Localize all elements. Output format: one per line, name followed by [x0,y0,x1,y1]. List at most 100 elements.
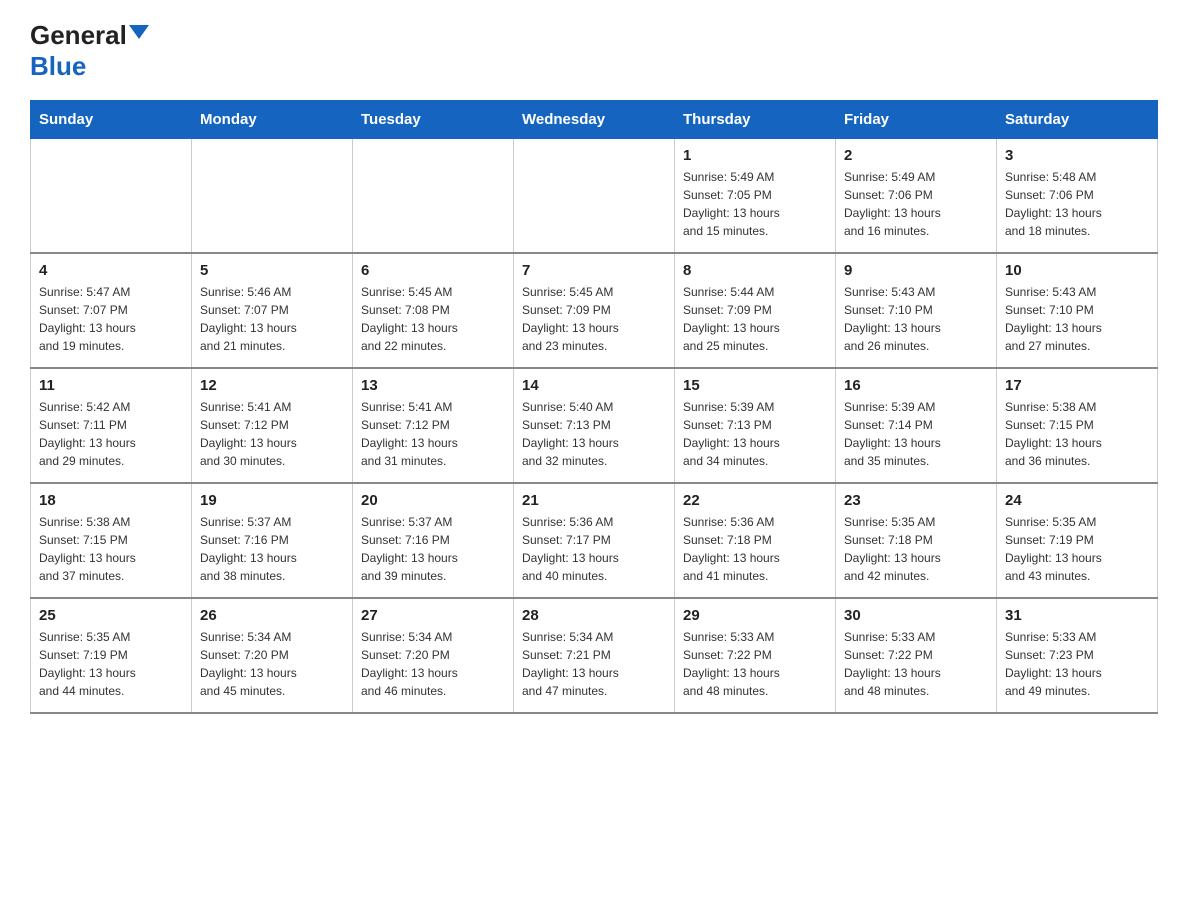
day-info: Sunrise: 5:42 AM Sunset: 7:11 PM Dayligh… [39,398,183,470]
logo-triangle-icon [129,25,149,39]
calendar-day-cell: 22Sunrise: 5:36 AM Sunset: 7:18 PM Dayli… [675,483,836,598]
day-info: Sunrise: 5:37 AM Sunset: 7:16 PM Dayligh… [200,513,344,585]
calendar-day-cell: 26 Sunrise: 5:34 AM Sunset: 7:20 PM Dayli… [192,598,353,713]
day-info: Sunrise: 5:49 AM Sunset: 7:06 PM Dayligh… [844,168,988,240]
calendar-day-cell: 5Sunrise: 5:46 AM Sunset: 7:07 PM Daylig… [192,253,353,368]
day-info: Sunrise: 5:38 AM Sunset: 7:15 PM Dayligh… [1005,398,1149,470]
calendar-table: SundayMondayTuesdayWednesdayThursdayFrid… [30,100,1158,714]
calendar-day-cell: 28Sunrise: 5:34 AM Sunset: 7:21 PM Dayli… [514,598,675,713]
day-number: 17 [1005,377,1149,394]
day-of-week-header: Saturday [997,101,1158,139]
day-info: Sunrise: 5:43 AM Sunset: 7:10 PM Dayligh… [844,283,988,355]
calendar-day-cell: 20 Sunrise: 5:37 AM Sunset: 7:16 PM Dayli… [353,483,514,598]
calendar-day-cell [192,139,353,254]
calendar-day-cell: 7 Sunrise: 5:45 AM Sunset: 7:09 PM Daylig… [514,253,675,368]
day-info: Sunrise: 5:48 AM Sunset: 7:06 PM Dayligh… [1005,168,1149,240]
day-number: 6 [361,262,505,279]
logo: General Blue [30,20,149,82]
day-of-week-header: Wednesday [514,101,675,139]
calendar-day-cell: 18Sunrise: 5:38 AM Sunset: 7:15 PM Dayli… [31,483,192,598]
calendar-day-cell: 11 Sunrise: 5:42 AM Sunset: 7:11 PM Dayli… [31,368,192,483]
day-info: Sunrise: 5:34 AM Sunset: 7:20 PM Dayligh… [361,628,505,700]
calendar-day-cell: 27Sunrise: 5:34 AM Sunset: 7:20 PM Dayli… [353,598,514,713]
calendar-day-cell [31,139,192,254]
day-number: 15 [683,377,827,394]
day-info: Sunrise: 5:41 AM Sunset: 7:12 PM Dayligh… [361,398,505,470]
day-info: Sunrise: 5:36 AM Sunset: 7:17 PM Dayligh… [522,513,666,585]
calendar-day-cell [353,139,514,254]
calendar-week-row: 18Sunrise: 5:38 AM Sunset: 7:15 PM Dayli… [31,483,1158,598]
day-of-week-header: Friday [836,101,997,139]
calendar-header: SundayMondayTuesdayWednesdayThursdayFrid… [31,101,1158,139]
days-of-week-row: SundayMondayTuesdayWednesdayThursdayFrid… [31,101,1158,139]
calendar-day-cell: 10Sunrise: 5:43 AM Sunset: 7:10 PM Dayli… [997,253,1158,368]
calendar-day-cell: 15 Sunrise: 5:39 AM Sunset: 7:13 PM Dayli… [675,368,836,483]
logo-general: General [30,20,127,51]
day-number: 30 [844,607,988,624]
calendar-day-cell: 3 Sunrise: 5:48 AM Sunset: 7:06 PM Daylig… [997,139,1158,254]
day-number: 7 [522,262,666,279]
day-info: Sunrise: 5:34 AM Sunset: 7:20 PM Dayligh… [200,628,344,700]
calendar-day-cell: 17 Sunrise: 5:38 AM Sunset: 7:15 PM Dayli… [997,368,1158,483]
calendar-body: 1 Sunrise: 5:49 AM Sunset: 7:05 PM Daylig… [31,139,1158,714]
calendar-day-cell: 23 Sunrise: 5:35 AM Sunset: 7:18 PM Dayli… [836,483,997,598]
day-number: 21 [522,492,666,509]
page-header: General Blue [30,20,1158,82]
day-number: 31 [1005,607,1149,624]
calendar-day-cell: 2 Sunrise: 5:49 AM Sunset: 7:06 PM Daylig… [836,139,997,254]
day-number: 20 [361,492,505,509]
calendar-day-cell: 31Sunrise: 5:33 AM Sunset: 7:23 PM Dayli… [997,598,1158,713]
calendar-day-cell: 25Sunrise: 5:35 AM Sunset: 7:19 PM Dayli… [31,598,192,713]
calendar-day-cell: 12 Sunrise: 5:41 AM Sunset: 7:12 PM Dayli… [192,368,353,483]
day-number: 11 [39,377,183,394]
day-info: Sunrise: 5:35 AM Sunset: 7:19 PM Dayligh… [1005,513,1149,585]
day-info: Sunrise: 5:39 AM Sunset: 7:13 PM Dayligh… [683,398,827,470]
day-number: 2 [844,147,988,164]
day-info: Sunrise: 5:38 AM Sunset: 7:15 PM Dayligh… [39,513,183,585]
day-number: 9 [844,262,988,279]
day-info: Sunrise: 5:34 AM Sunset: 7:21 PM Dayligh… [522,628,666,700]
calendar-week-row: 11 Sunrise: 5:42 AM Sunset: 7:11 PM Dayli… [31,368,1158,483]
day-number: 14 [522,377,666,394]
day-of-week-header: Sunday [31,101,192,139]
day-of-week-header: Tuesday [353,101,514,139]
calendar-day-cell: 16 Sunrise: 5:39 AM Sunset: 7:14 PM Dayli… [836,368,997,483]
day-info: Sunrise: 5:37 AM Sunset: 7:16 PM Dayligh… [361,513,505,585]
day-info: Sunrise: 5:40 AM Sunset: 7:13 PM Dayligh… [522,398,666,470]
day-info: Sunrise: 5:35 AM Sunset: 7:18 PM Dayligh… [844,513,988,585]
day-info: Sunrise: 5:43 AM Sunset: 7:10 PM Dayligh… [1005,283,1149,355]
day-number: 13 [361,377,505,394]
day-number: 24 [1005,492,1149,509]
calendar-day-cell: 29Sunrise: 5:33 AM Sunset: 7:22 PM Dayli… [675,598,836,713]
calendar-week-row: 25Sunrise: 5:35 AM Sunset: 7:19 PM Dayli… [31,598,1158,713]
day-number: 26 [200,607,344,624]
day-info: Sunrise: 5:41 AM Sunset: 7:12 PM Dayligh… [200,398,344,470]
day-number: 19 [200,492,344,509]
day-number: 23 [844,492,988,509]
day-number: 12 [200,377,344,394]
day-info: Sunrise: 5:33 AM Sunset: 7:22 PM Dayligh… [683,628,827,700]
day-info: Sunrise: 5:49 AM Sunset: 7:05 PM Dayligh… [683,168,827,240]
calendar-week-row: 4Sunrise: 5:47 AM Sunset: 7:07 PM Daylig… [31,253,1158,368]
calendar-day-cell [514,139,675,254]
calendar-day-cell: 6 Sunrise: 5:45 AM Sunset: 7:08 PM Daylig… [353,253,514,368]
calendar-day-cell: 4Sunrise: 5:47 AM Sunset: 7:07 PM Daylig… [31,253,192,368]
calendar-day-cell: 19 Sunrise: 5:37 AM Sunset: 7:16 PM Dayli… [192,483,353,598]
day-info: Sunrise: 5:46 AM Sunset: 7:07 PM Dayligh… [200,283,344,355]
day-number: 3 [1005,147,1149,164]
calendar-day-cell: 9 Sunrise: 5:43 AM Sunset: 7:10 PM Daylig… [836,253,997,368]
day-number: 4 [39,262,183,279]
calendar-day-cell: 21 Sunrise: 5:36 AM Sunset: 7:17 PM Dayli… [514,483,675,598]
day-info: Sunrise: 5:39 AM Sunset: 7:14 PM Dayligh… [844,398,988,470]
day-number: 1 [683,147,827,164]
day-info: Sunrise: 5:45 AM Sunset: 7:08 PM Dayligh… [361,283,505,355]
day-info: Sunrise: 5:44 AM Sunset: 7:09 PM Dayligh… [683,283,827,355]
day-info: Sunrise: 5:45 AM Sunset: 7:09 PM Dayligh… [522,283,666,355]
day-info: Sunrise: 5:36 AM Sunset: 7:18 PM Dayligh… [683,513,827,585]
day-number: 16 [844,377,988,394]
logo-blue: Blue [30,51,86,82]
day-of-week-header: Monday [192,101,353,139]
day-info: Sunrise: 5:33 AM Sunset: 7:22 PM Dayligh… [844,628,988,700]
calendar-day-cell: 8Sunrise: 5:44 AM Sunset: 7:09 PM Daylig… [675,253,836,368]
calendar-day-cell: 30 Sunrise: 5:33 AM Sunset: 7:22 PM Dayli… [836,598,997,713]
